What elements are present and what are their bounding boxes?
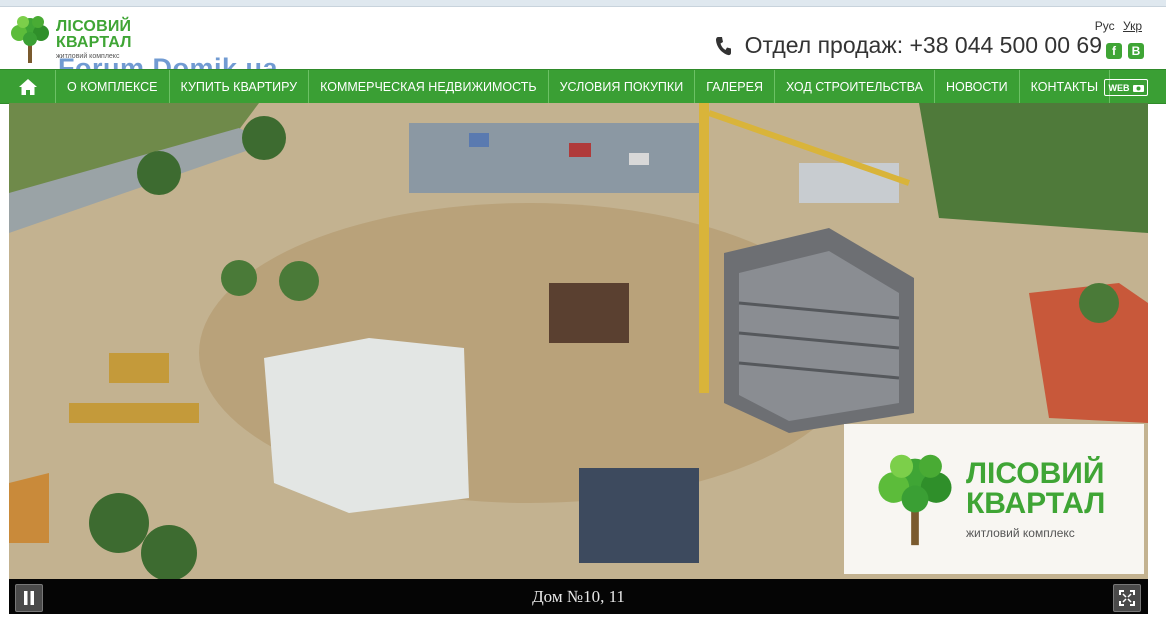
lang-ukr-link[interactable]: Укр [1123,19,1142,33]
vk-icon[interactable]: В [1128,43,1144,59]
sales-phone-text: Отдел продаж: +38 044 500 00 69 [744,32,1102,58]
browser-top-strip [0,0,1166,7]
video-overlay-logo: ЛІСОВИЙ КВАРТАЛ житловий комплекс [844,424,1144,574]
nav-item-purchase-terms[interactable]: УСЛОВИЯ ПОКУПКИ [549,70,696,103]
logo-text-line1: ЛІСОВИЙ [56,18,132,35]
webcam-button[interactable]: WEB [1104,79,1148,96]
lang-rus-link[interactable]: Рус [1095,19,1115,33]
overlay-logo-line2: КВАРТАЛ [966,487,1106,520]
overlay-logo-line1: ЛІСОВИЙ [966,457,1105,490]
phone-icon [715,36,731,55]
facebook-icon[interactable]: f [1106,43,1122,59]
nav-item-construction-progress[interactable]: ХОД СТРОИТЕЛЬСТВА [775,70,935,103]
nav-item-news[interactable]: НОВОСТИ [935,70,1020,103]
fullscreen-icon [1119,590,1135,606]
logo-text-line2: КВАРТАЛ [56,34,132,51]
tree-logo-icon [878,454,952,546]
nav-item-about[interactable]: О КОМПЛЕКСЕ [56,70,170,103]
overlay-logo-line3: житловий комплекс [966,526,1075,540]
language-switcher: Рус Укр [1090,19,1142,33]
site-header: ЛІСОВИЙ КВАРТАЛ житловий комплекс Forum.… [0,7,1166,83]
home-icon [18,78,37,95]
nav-item-contacts[interactable]: КОНТАКТЫ [1020,70,1111,103]
nav-item-gallery[interactable]: ГАЛЕРЕЯ [695,70,775,103]
webcam-label: WEB [1108,82,1130,93]
sales-phone: Отдел продаж: +38 044 500 00 69 [715,32,1102,59]
main-navigation: О КОМПЛЕКСЕ КУПИТЬ КВАРТИРУ КОММЕРЧЕСКАЯ… [0,69,1166,104]
nav-item-buy-apartment[interactable]: КУПИТЬ КВАРТИРУ [170,70,310,103]
video-caption: Дом №10, 11 [532,587,625,606]
camera-icon [1132,84,1144,92]
video-control-bar: Дом №10, 11 [9,579,1148,614]
nav-home-button[interactable] [0,70,56,103]
nav-item-commercial[interactable]: КОММЕРЧЕСКАЯ НЕДВИЖИМОСТЬ [309,70,549,103]
fullscreen-button[interactable] [1113,584,1141,612]
tree-logo-icon [11,16,49,63]
webcam-video-player[interactable]: ЛІСОВИЙ КВАРТАЛ житловий комплекс [9,103,1148,579]
